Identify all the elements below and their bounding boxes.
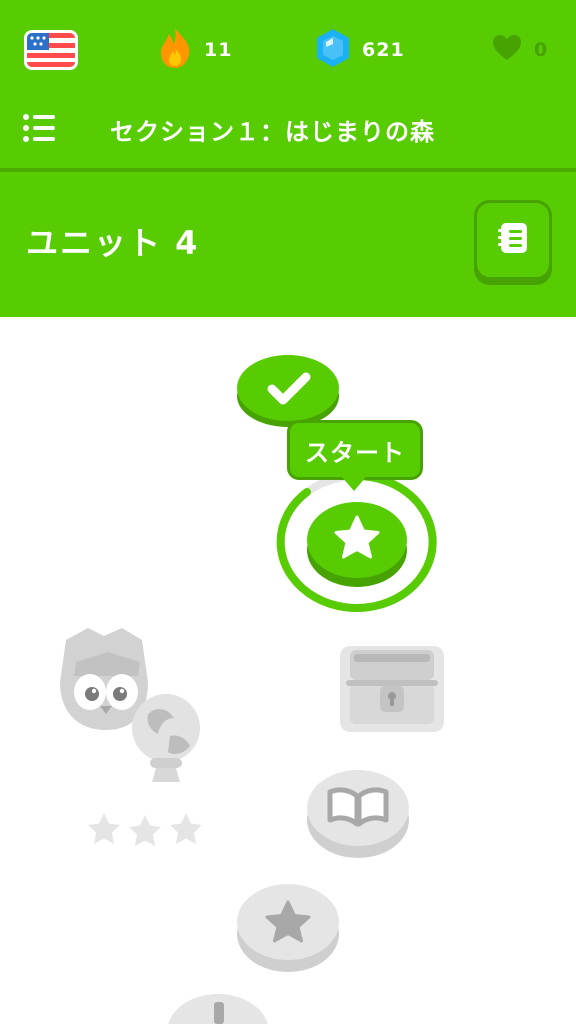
chest-icon <box>336 646 448 740</box>
top-bar: 11 621 0 セクション１：はじまりの森 <box>0 0 576 168</box>
streak-count: 11 <box>204 39 233 61</box>
current-lesson-node[interactable] <box>276 470 438 618</box>
owl-crystal-ball-icon <box>52 628 208 796</box>
hearts-count: 0 <box>534 39 549 61</box>
dumbbell-icon <box>214 1002 224 1024</box>
heart-icon <box>492 34 522 66</box>
us-flag-icon[interactable] <box>24 30 78 70</box>
practice-lesson-node[interactable] <box>166 990 270 1024</box>
fire-icon <box>158 26 192 74</box>
unit-header: ユニット 4 <box>0 172 576 317</box>
section-title: セクション１：はじまりの森 <box>110 118 435 146</box>
star-icon <box>129 815 161 846</box>
unit-title: ユニット 4 <box>26 224 200 262</box>
locked-lesson-node[interactable] <box>236 880 340 980</box>
star-icon <box>88 813 120 844</box>
streak-counter[interactable]: 11 <box>158 22 232 78</box>
tooltip-arrow <box>342 477 366 491</box>
section-header[interactable]: セクション１：はじまりの森 <box>0 100 576 156</box>
story-lesson-node[interactable] <box>306 766 410 866</box>
gems-counter[interactable]: 621 <box>316 22 405 78</box>
hearts-counter[interactable]: 0 <box>492 22 548 78</box>
star-icon <box>170 813 202 844</box>
gems-count: 621 <box>362 39 405 61</box>
list-icon[interactable] <box>22 112 58 144</box>
guidebook-icon <box>496 221 530 259</box>
owl-character <box>52 626 208 796</box>
start-tooltip[interactable]: スタート <box>287 420 423 480</box>
stats-row: 11 621 0 <box>0 22 576 78</box>
character-stars <box>84 808 206 854</box>
guidebook-button[interactable] <box>474 200 552 280</box>
gem-icon <box>316 28 350 72</box>
book-icon <box>327 787 389 827</box>
treasure-chest-node[interactable] <box>336 640 448 740</box>
start-label: スタート <box>305 438 405 467</box>
